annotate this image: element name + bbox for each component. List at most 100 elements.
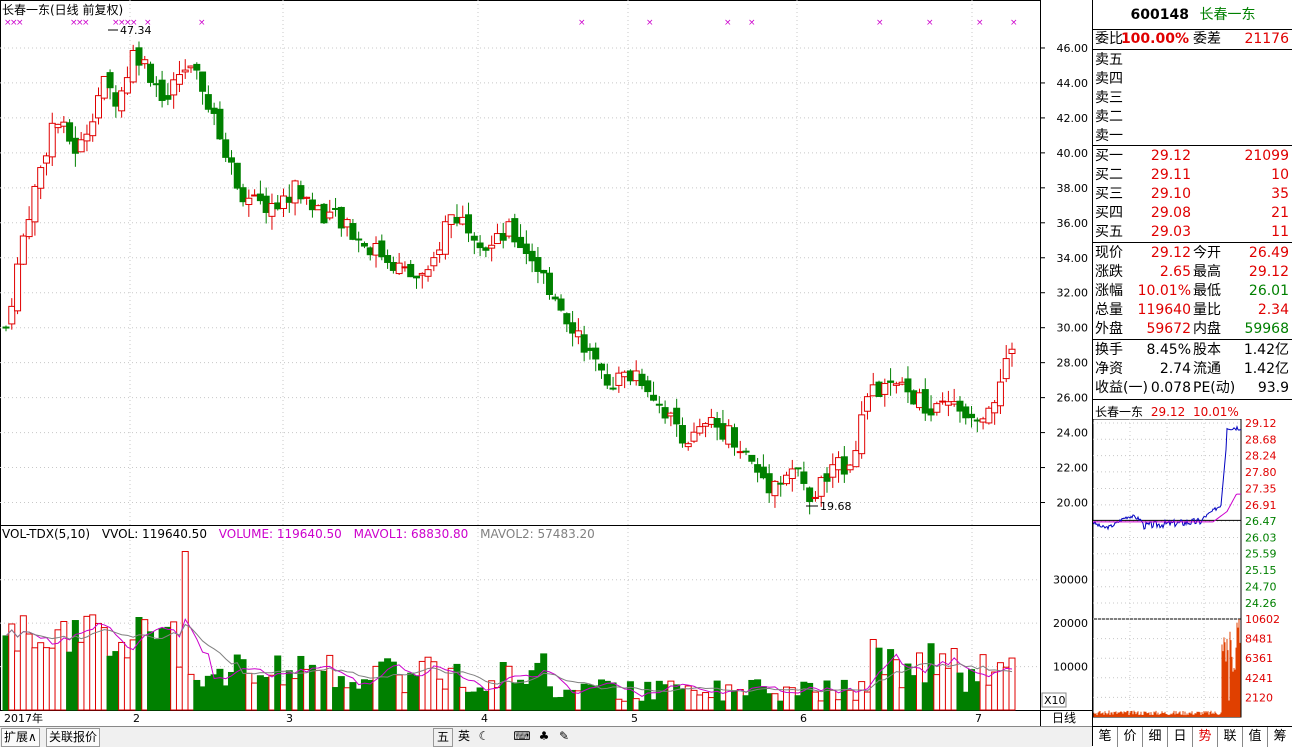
signal-marker: ×: [876, 18, 884, 28]
candle-body: [37, 167, 45, 189]
vol-indicator-name[interactable]: VOL-TDX(5,10): [2, 527, 90, 541]
fund-row: 净资 2.74 流通 1.42亿: [1093, 360, 1292, 379]
kline-chart-area[interactable]: 46.00 44.00 42.00 40.00 38.00 36.00 34.00 32.00…: [0, 0, 1092, 746]
mini-vol-label: 8481: [1245, 633, 1273, 646]
ime-english-icon[interactable]: 英: [455, 728, 473, 745]
candle-body: [840, 456, 848, 475]
volume-bar: [8, 623, 16, 711]
stat-value: 59672: [1146, 321, 1191, 337]
mini-price-label: 24.70: [1245, 581, 1277, 594]
candle-body: [430, 257, 438, 267]
volume-bar: [395, 674, 403, 711]
candle-body: [210, 107, 218, 114]
fund-label: 流通: [1193, 361, 1221, 377]
month-label: 2: [133, 712, 140, 725]
candle-body: [366, 247, 374, 256]
volume-bar: [811, 691, 819, 711]
volume-bar: [158, 627, 166, 711]
volume-bar: [389, 661, 397, 711]
panel-tab[interactable]: 笔: [1093, 727, 1118, 747]
panel-tab[interactable]: 势: [1193, 727, 1218, 747]
volume-bar: [291, 678, 299, 711]
buy-volume: 11: [1271, 224, 1289, 240]
volume-bar: [222, 685, 230, 711]
volume-bar: [343, 687, 351, 711]
candle-body: [528, 250, 536, 262]
divider: [1093, 145, 1292, 146]
panel-tab[interactable]: 细: [1143, 727, 1168, 747]
mini-price-label: 28.68: [1245, 433, 1277, 446]
ime-tools-icon[interactable]: ✎: [555, 728, 573, 745]
weibi-value: 100.00%: [1120, 31, 1189, 47]
volume-bar: [447, 667, 455, 711]
volume-bar: [615, 698, 623, 711]
candle-body: [268, 203, 276, 217]
panel-tab[interactable]: 值: [1243, 727, 1268, 747]
candle-body: [355, 238, 363, 241]
panel-tab[interactable]: 联: [1218, 727, 1243, 747]
stock-name: 长春一东: [1199, 7, 1256, 23]
candle-body: [141, 59, 149, 65]
candle-body: [222, 139, 230, 158]
volume-bar: [956, 672, 964, 711]
expand-button[interactable]: 扩展∧: [1, 728, 40, 747]
volume-bar: [349, 682, 357, 711]
related-quote-button[interactable]: 关联报价: [46, 728, 101, 747]
candle-body: [436, 249, 444, 256]
volume-bar: [297, 655, 305, 711]
volume-bar: [626, 681, 634, 711]
divider: [1093, 399, 1292, 400]
candle-body: [31, 185, 39, 223]
vol-mavol2-value: MAVOL2: 57483.20: [480, 527, 595, 541]
weicha-value: 21176: [1244, 31, 1289, 47]
candle-body: [892, 383, 900, 386]
buy-level-label: 买四: [1095, 205, 1123, 221]
volume-bar: [1002, 666, 1010, 711]
volume-bar: [968, 669, 976, 711]
volume-bar: [927, 643, 935, 711]
mini-price-label: 25.59: [1245, 548, 1277, 561]
candle-body: [574, 330, 582, 338]
mini-price-line: [1093, 425, 1242, 531]
candle-body: [216, 108, 224, 140]
vol-volume-value: VOLUME: 119640.50: [218, 527, 342, 541]
stat-value: 29.12: [1150, 245, 1191, 261]
ime-five-stroke-icon[interactable]: 五: [433, 728, 453, 747]
candle-body: [638, 373, 646, 387]
candle-body: [511, 218, 519, 243]
price-tick-label: 38.00: [1057, 182, 1089, 195]
volume-bar: [418, 660, 426, 711]
candle-body: [499, 232, 507, 241]
volume-bar: [48, 647, 56, 711]
candle-body: [447, 214, 455, 225]
volume-bar: [1008, 657, 1016, 711]
candle-body: [337, 206, 345, 229]
candle-body: [54, 123, 62, 129]
candle-body: [245, 197, 253, 206]
fund-value: 1.42亿: [1243, 342, 1289, 358]
kline-chart-svg[interactable]: 46.00 44.00 42.00 40.00 38.00 36.00 34.00 32.00…: [0, 0, 1092, 726]
mini-price-label: 26.91: [1245, 499, 1277, 512]
panel-tab[interactable]: 价: [1118, 727, 1143, 747]
panel-tab[interactable]: 日: [1168, 727, 1193, 747]
buy-price: 29.12: [1150, 148, 1191, 164]
panel-tab[interactable]: 筹: [1268, 727, 1292, 747]
candle-body: [25, 219, 33, 238]
month-label: 4: [481, 712, 488, 725]
volume-bar: [66, 651, 74, 711]
candle-body: [788, 468, 796, 480]
volume-bar: [713, 680, 721, 711]
candle-body: [800, 471, 808, 484]
volume-bar: [817, 700, 825, 711]
period-label: 日线: [1052, 711, 1076, 725]
volume-bar: [19, 615, 27, 711]
volume-bar: [742, 695, 750, 711]
candle-body: [968, 413, 976, 419]
intraday-mini-chart[interactable]: 29.12 28.68 28.24 27.80 27.35 26.91 26.47 26.03…: [1093, 419, 1292, 724]
ime-skin-icon[interactable]: ♣: [535, 728, 553, 745]
ime-moon-icon[interactable]: ☾: [475, 728, 493, 745]
candle-body: [632, 370, 640, 382]
volume-bar: [135, 617, 143, 711]
mini-vol-label: 6361: [1245, 652, 1273, 665]
ime-keyboard-icon[interactable]: ⌨: [513, 728, 531, 745]
